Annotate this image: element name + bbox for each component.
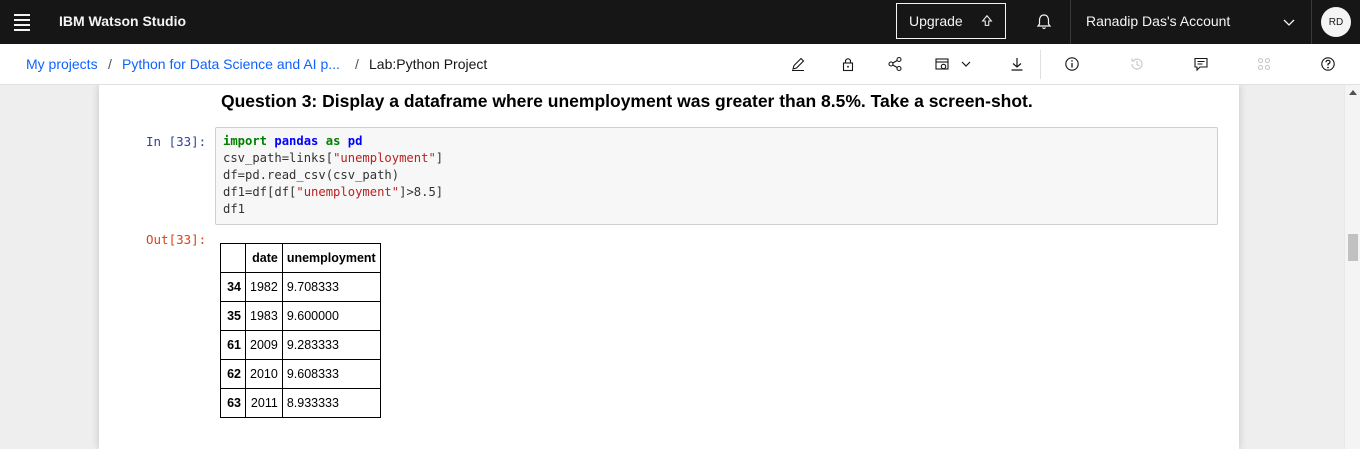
code-module: pd [347, 134, 363, 148]
chevron-down-icon[interactable] [956, 54, 976, 74]
comments-icon[interactable] [1191, 54, 1211, 74]
upgrade-button[interactable]: Upgrade [896, 3, 1006, 39]
unemployment-cell: 9.600000 [281, 301, 381, 331]
code-string: "unemployment" [333, 151, 436, 165]
code-line: import pandas as pd [223, 133, 1217, 150]
schedule-icon[interactable] [932, 54, 952, 74]
row-index: 61 [220, 330, 246, 360]
unemployment-cell: 9.283333 [281, 330, 381, 360]
table-index-header [220, 243, 246, 273]
project-toolbar: My projects / Python for Data Science an… [0, 44, 1360, 85]
menu-icon[interactable] [6, 6, 38, 38]
chevron-down-icon[interactable] [1281, 14, 1297, 30]
app-title[interactable]: IBM Watson Studio [59, 13, 186, 29]
table-column-header: unemployment [281, 243, 381, 273]
code-line: csv_path=links["unemployment"] [223, 151, 444, 165]
row-index: 62 [220, 359, 246, 389]
notifications-icon[interactable] [1030, 8, 1058, 36]
unemployment-cell: 8.933333 [281, 388, 381, 418]
header-divider [1311, 0, 1312, 44]
date-cell: 2011 [245, 388, 283, 418]
table-row: 61 2009 9.283333 [220, 330, 381, 360]
notebook-page: Question 3: Display a dataframe where un… [99, 85, 1239, 449]
code-module: pandas [274, 134, 319, 148]
unemployment-cell: 9.608333 [281, 359, 381, 389]
table-header-row: date unemployment [220, 243, 381, 273]
code-keyword: import [223, 134, 268, 148]
code-line: df1 [223, 202, 246, 216]
upgrade-arrow-icon [981, 14, 993, 26]
code-line: df1=df[df["unemployment"]>8.5] [223, 185, 444, 199]
table-column-header: date [245, 243, 283, 273]
history-icon[interactable] [1127, 54, 1147, 74]
help-icon[interactable] [1318, 54, 1338, 74]
scroll-up-arrow-icon[interactable] [1349, 90, 1357, 95]
dataframe-table: date unemployment 34 1982 9.708333 35 19… [220, 243, 381, 418]
avatar[interactable]: RD [1321, 7, 1351, 37]
upgrade-label: Upgrade [909, 13, 963, 29]
header-divider [1070, 0, 1071, 44]
date-cell: 1983 [245, 301, 283, 331]
lock-icon[interactable] [838, 54, 858, 74]
toolbar-divider [1040, 50, 1041, 79]
markdown-heading: Question 3: Display a dataframe where un… [221, 91, 1033, 111]
breadcrumb-my-projects[interactable]: My projects [26, 56, 98, 72]
date-cell: 2010 [245, 359, 283, 389]
table-row: 35 1983 9.600000 [220, 301, 381, 331]
row-index: 35 [220, 301, 246, 331]
account-switcher[interactable]: Ranadip Das's Account [1086, 13, 1230, 29]
date-cell: 1982 [245, 272, 283, 302]
input-prompt: In [33]: [146, 134, 207, 149]
edit-icon[interactable] [788, 54, 808, 74]
row-index: 34 [220, 272, 246, 302]
breadcrumb-separator: / [355, 56, 359, 72]
scroll-thumb[interactable] [1348, 234, 1358, 261]
breadcrumb-project[interactable]: Python for Data Science and AI p... [122, 56, 340, 72]
unemployment-cell: 9.708333 [281, 272, 381, 302]
table-row: 63 2011 8.933333 [220, 388, 381, 418]
breadcrumb-notebook: Lab:Python Project [369, 56, 488, 72]
output-prompt: Out[33]: [146, 232, 207, 247]
code-string: "unemployment" [296, 185, 400, 199]
notebook-area: Question 3: Display a dataframe where un… [0, 85, 1344, 449]
table-row: 34 1982 9.708333 [220, 272, 381, 302]
info-icon[interactable] [1062, 54, 1082, 74]
top-header: IBM Watson Studio Upgrade Ranadip Das's … [0, 0, 1360, 44]
code-line: df=pd.read_csv(csv_path) [223, 168, 400, 182]
code-keyword: as [325, 134, 341, 148]
vertical-scrollbar[interactable] [1344, 85, 1360, 449]
integrations-icon[interactable] [1254, 54, 1274, 74]
breadcrumb-separator: / [108, 56, 112, 72]
code-cell-editor[interactable]: import pandas as pd csv_path=links["unem… [215, 127, 1218, 225]
share-icon[interactable] [885, 54, 905, 74]
download-icon[interactable] [1007, 54, 1027, 74]
date-cell: 2009 [245, 330, 283, 360]
table-row: 62 2010 9.608333 [220, 359, 381, 389]
row-index: 63 [220, 388, 246, 418]
